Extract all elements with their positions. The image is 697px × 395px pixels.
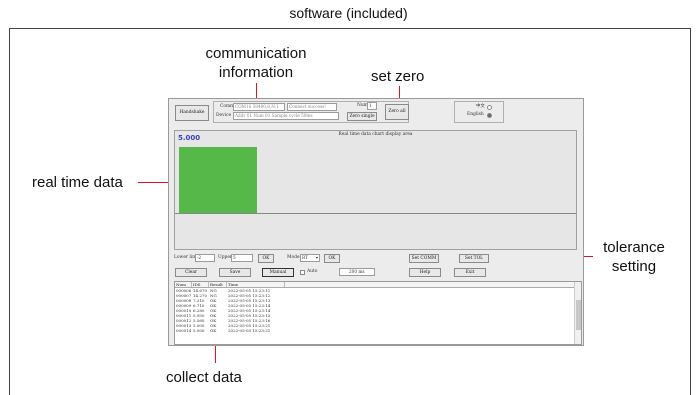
manual-button[interactable]: Manual <box>262 268 294 277</box>
mode-ok-button[interactable]: OK <box>324 254 340 263</box>
column-header: IDS <box>192 282 209 287</box>
page-title: software (included) <box>289 5 408 21</box>
column-header: Num <box>175 282 192 287</box>
callout-collect: collect data <box>166 369 242 386</box>
callout-communication-line2: information <box>218 64 294 81</box>
num-field[interactable]: 1 <box>367 102 377 110</box>
current-value: 5.000 <box>178 134 201 142</box>
cell-num: 000014 <box>176 328 192 333</box>
mode-select-value: RT <box>302 255 308 260</box>
handshake-button[interactable]: Handshake <box>175 105 209 121</box>
mode-select[interactable]: RT ▾ <box>300 254 320 262</box>
upper-limit-label: Upper <box>218 255 233 260</box>
realtime-chart: Real time data chart display area 5.000 <box>174 130 577 250</box>
mode-label: Mode <box>287 255 300 260</box>
column-header <box>285 282 581 287</box>
callout-tolerance-line2: setting <box>611 258 657 275</box>
scrollbar-thumb[interactable] <box>576 300 581 330</box>
chart-baseline <box>175 213 576 214</box>
lang-cn-radio[interactable] <box>487 105 492 110</box>
device-label: Device <box>216 113 232 118</box>
table-scrollbar[interactable] <box>574 282 581 344</box>
realtime-bar <box>179 147 257 213</box>
column-header: Result <box>209 282 227 287</box>
zero-all-button[interactable]: Zero all <box>385 104 409 120</box>
callout-set-zero: set zero <box>371 68 425 85</box>
limit-ok-button[interactable]: OK <box>258 254 274 263</box>
auto-label: Auto <box>307 269 318 274</box>
set-tol-button[interactable]: Set TOL <box>459 254 489 263</box>
cell-ids: 5.000 <box>193 328 205 333</box>
save-button[interactable]: Save <box>219 268 251 277</box>
callout-communication-line1: communication <box>205 45 307 62</box>
column-header: Time <box>227 282 285 287</box>
interval-value: 200 <box>349 269 357 274</box>
lower-limit-input[interactable]: -2 <box>195 254 215 262</box>
comm-status-field: Connect success! <box>287 103 337 111</box>
lang-en-radio[interactable] <box>487 113 492 118</box>
zero-single-button[interactable]: Zero single <box>347 112 377 121</box>
interval-unit: ms <box>358 269 365 274</box>
device-info-field: Addr 01 Num 01 Sample cycle 50ms <box>233 112 339 120</box>
exit-button[interactable]: Exit <box>454 268 486 277</box>
cell-time: 2022-05-05 15:23:21 <box>228 328 271 333</box>
lang-en-label: English <box>467 112 484 117</box>
callout-communication: communication information <box>196 44 316 82</box>
callout-tolerance: tolerance setting <box>594 238 674 276</box>
set-comm-button[interactable]: Set COMM <box>409 254 439 263</box>
cell-result: OK <box>210 328 217 333</box>
help-button[interactable]: Help <box>409 268 441 277</box>
callout-tolerance-line1: tolerance <box>603 239 665 256</box>
data-table[interactable]: Num IDS Result Time 000006 14.670 NG 2022-0… <box>174 281 582 345</box>
chevron-down-icon: ▾ <box>315 255 318 260</box>
comm-port-field[interactable]: COM16 38400,8,N,1 <box>233 103 285 111</box>
lang-cn-label: 中文 <box>476 104 485 109</box>
table-row[interactable]: 000014 5.000 OK 2022-05-05 15:23:21 <box>175 328 581 333</box>
upper-limit-input[interactable]: 5 <box>231 254 253 262</box>
auto-checkbox[interactable] <box>300 270 305 275</box>
chart-title: Real time data chart display area <box>338 132 413 137</box>
callout-real-time: real time data <box>32 174 123 191</box>
app-window: Handshake Comm COM16 38400,8,N,1 Connect… <box>168 98 584 346</box>
interval-input[interactable]: 200 ms <box>339 268 375 276</box>
clear-button[interactable]: Clear <box>175 268 207 277</box>
